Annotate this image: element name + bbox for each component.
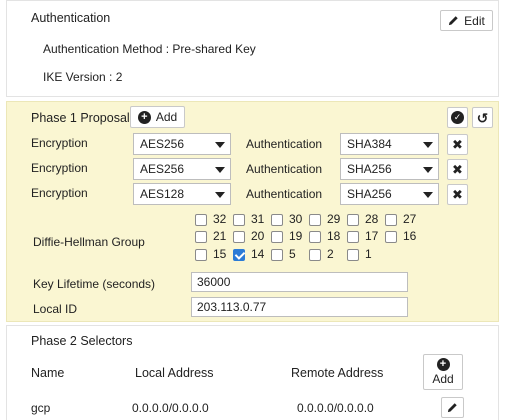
dh-group-label-19: 19 bbox=[289, 229, 303, 243]
dh-group-label-1: 1 bbox=[365, 247, 372, 261]
local-id-label: Local ID bbox=[33, 302, 78, 316]
encryption-label: Encryption bbox=[31, 186, 88, 200]
save-check-button[interactable]: ✓ bbox=[447, 107, 468, 128]
dh-group-label-20: 20 bbox=[251, 229, 265, 243]
encryption-select[interactable]: AES128 bbox=[133, 183, 231, 205]
dh-group-checkbox[interactable] bbox=[195, 249, 207, 261]
dh-group-checkbox[interactable] bbox=[233, 249, 245, 261]
dh-group-label-29: 29 bbox=[327, 212, 341, 226]
encryption-label: Encryption bbox=[31, 161, 88, 175]
authentication-label: Authentication bbox=[246, 137, 323, 151]
dh-group-label-17: 17 bbox=[365, 229, 379, 243]
dh-group-checkbox[interactable] bbox=[271, 249, 283, 261]
authentication-select[interactable]: SHA384 bbox=[340, 133, 439, 155]
dh-group-label-27: 27 bbox=[403, 212, 417, 226]
dh-group-checkbox[interactable] bbox=[195, 231, 207, 243]
ike-version: IKE Version : 2 bbox=[43, 70, 123, 84]
chevron-down-icon bbox=[215, 142, 225, 148]
pencil-icon bbox=[449, 16, 458, 26]
key-lifetime-input[interactable]: 36000 bbox=[191, 272, 408, 292]
encryption-select[interactable]: AES256 bbox=[133, 158, 231, 180]
phase2-title: Phase 2 Selectors bbox=[31, 334, 133, 348]
authentication-title: Authentication bbox=[31, 11, 111, 25]
dh-group-label-5: 5 bbox=[289, 247, 296, 261]
remove-proposal-button[interactable]: ✖ bbox=[447, 134, 468, 155]
authentication-value: SHA256 bbox=[347, 187, 392, 201]
phase2-add-label: Add bbox=[432, 372, 454, 386]
dh-group-label-31: 31 bbox=[251, 212, 265, 226]
chevron-down-icon bbox=[423, 167, 433, 173]
remove-proposal-button[interactable]: ✖ bbox=[447, 184, 468, 205]
chevron-down-icon bbox=[423, 192, 433, 198]
dh-group-checkbox[interactable] bbox=[347, 231, 359, 243]
phase2-add-button[interactable]: + Add bbox=[423, 354, 463, 390]
dh-group-label-30: 30 bbox=[289, 212, 303, 226]
encryption-label: Encryption bbox=[31, 136, 88, 150]
dh-group-checkbox[interactable] bbox=[271, 214, 283, 226]
revert-button[interactable]: ↺ bbox=[472, 107, 493, 128]
dh-group-label-16: 16 bbox=[403, 229, 417, 243]
chevron-down-icon bbox=[215, 167, 225, 173]
close-icon: ✖ bbox=[452, 136, 463, 152]
dh-group-label-2: 2 bbox=[327, 247, 334, 261]
dh-group-label-21: 21 bbox=[213, 229, 227, 243]
column-header-local-address: Local Address bbox=[135, 366, 214, 380]
dh-group-label-28: 28 bbox=[365, 212, 379, 226]
authentication-method: Authentication Method : Pre-shared Key bbox=[43, 42, 256, 56]
authentication-select[interactable]: SHA256 bbox=[340, 183, 439, 205]
dh-group-checkbox[interactable] bbox=[195, 214, 207, 226]
dh-group-label-14: 14 bbox=[251, 247, 265, 261]
dh-group-checkbox[interactable] bbox=[309, 214, 321, 226]
authentication-value: SHA256 bbox=[347, 162, 392, 176]
column-header-remote-address: Remote Address bbox=[291, 366, 384, 380]
row-local-address: 0.0.0.0/0.0.0.0 bbox=[132, 401, 209, 415]
authentication-value: SHA384 bbox=[347, 137, 392, 151]
dh-group-checkbox[interactable] bbox=[385, 231, 397, 243]
plus-icon: + bbox=[137, 110, 151, 124]
encryption-select[interactable]: AES256 bbox=[133, 133, 231, 155]
authentication-select[interactable]: SHA256 bbox=[340, 158, 439, 180]
encryption-value: AES256 bbox=[140, 137, 185, 151]
edit-label: Edit bbox=[464, 13, 485, 28]
authentication-label: Authentication bbox=[246, 162, 323, 176]
authentication-label: Authentication bbox=[246, 187, 323, 201]
dh-group-checkbox[interactable] bbox=[347, 249, 359, 261]
dh-group-label-18: 18 bbox=[327, 229, 341, 243]
phase1-add-label: Add bbox=[155, 110, 178, 124]
remove-proposal-button[interactable]: ✖ bbox=[447, 159, 468, 180]
authentication-section: Authentication Edit Authentication Metho… bbox=[6, 0, 499, 97]
encryption-value: AES256 bbox=[140, 162, 185, 176]
close-icon: ✖ bbox=[452, 161, 463, 177]
plus-icon: + bbox=[436, 358, 450, 371]
dh-group-checkbox[interactable] bbox=[233, 231, 245, 243]
edit-button[interactable]: Edit bbox=[440, 10, 493, 31]
phase2-section: Phase 2 Selectors Name Local Address Rem… bbox=[6, 325, 499, 420]
dh-group-label-32: 32 bbox=[213, 212, 227, 226]
dh-group-label: Diffie-Hellman Group bbox=[33, 235, 145, 249]
edit-selector-button[interactable] bbox=[441, 397, 464, 418]
close-icon: ✖ bbox=[452, 186, 463, 202]
key-lifetime-label: Key Lifetime (seconds) bbox=[33, 277, 156, 291]
phase1-title: Phase 1 Proposal bbox=[31, 111, 130, 125]
column-header-name: Name bbox=[31, 366, 65, 380]
pencil-icon bbox=[447, 403, 457, 413]
dh-group-checkbox[interactable] bbox=[271, 231, 283, 243]
dh-group-checkbox[interactable] bbox=[233, 214, 245, 226]
check-circle-icon: ✓ bbox=[451, 111, 464, 124]
dh-group-checkbox[interactable] bbox=[385, 214, 397, 226]
chevron-down-icon bbox=[215, 192, 225, 198]
encryption-value: AES128 bbox=[140, 187, 185, 201]
phase1-section: Phase 1 Proposal + Add ✓ ↺ Encryption AE… bbox=[6, 101, 499, 322]
dh-group-checkbox[interactable] bbox=[309, 231, 321, 243]
undo-icon: ↺ bbox=[476, 109, 489, 126]
chevron-down-icon bbox=[423, 142, 433, 148]
dh-group-label-15: 15 bbox=[213, 247, 227, 261]
row-remote-address: 0.0.0.0/0.0.0.0 bbox=[297, 401, 374, 415]
row-name: gcp bbox=[31, 401, 51, 415]
dh-group-checkbox[interactable] bbox=[347, 214, 359, 226]
local-id-input[interactable]: 203.113.0.77 bbox=[191, 297, 408, 317]
dh-group-checkbox[interactable] bbox=[309, 249, 321, 261]
phase1-add-button[interactable]: + Add bbox=[130, 106, 185, 128]
